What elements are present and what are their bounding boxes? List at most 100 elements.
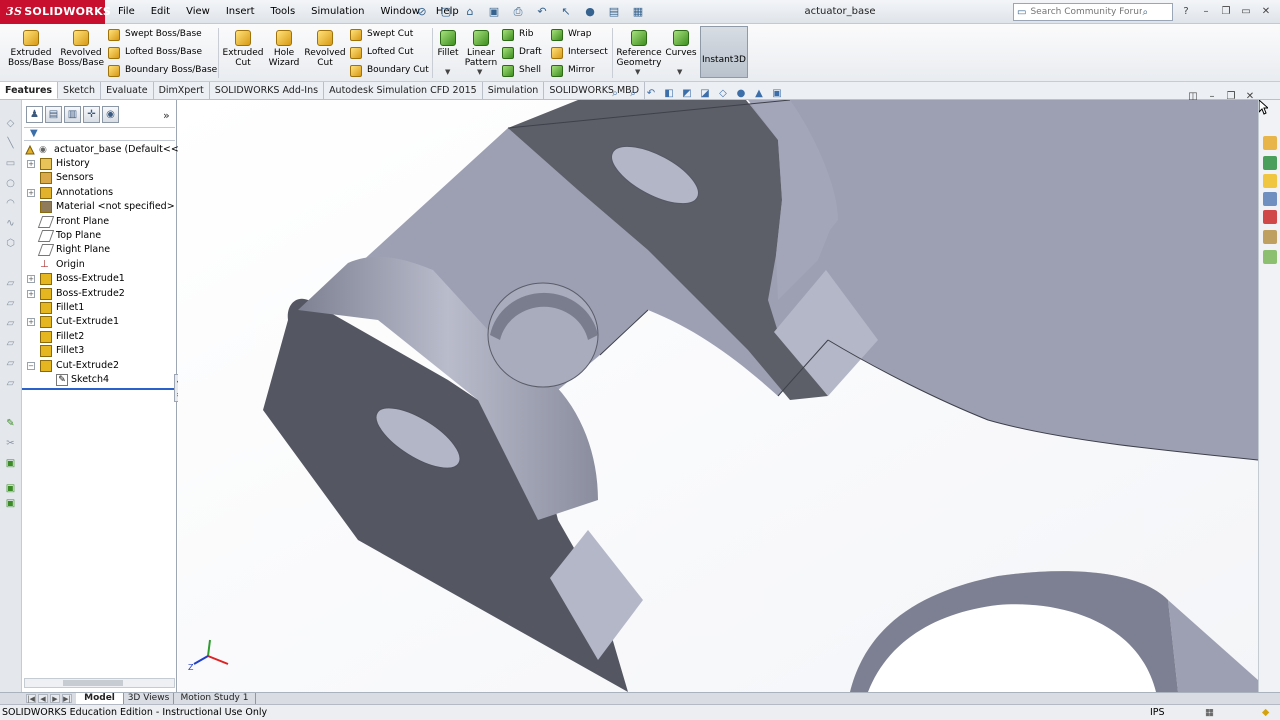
solidworks-resources-icon[interactable] bbox=[1263, 136, 1277, 150]
tree-item-top-plane[interactable]: Top Plane bbox=[22, 229, 177, 243]
rib-button[interactable]: Rib bbox=[502, 27, 533, 42]
sketch-icon[interactable]: ✎ bbox=[4, 418, 17, 430]
new-document-icon[interactable]: ▢ bbox=[436, 3, 456, 20]
tree-item-fillet1[interactable]: Fillet1 bbox=[22, 301, 177, 315]
swept-boss-button[interactable]: Swept Boss/Base bbox=[108, 27, 202, 42]
mate-icon[interactable]: ▱ bbox=[4, 358, 17, 370]
tree-item-fillet2[interactable]: Fillet2 bbox=[22, 330, 177, 344]
unit-system[interactable]: IPS bbox=[1150, 705, 1165, 720]
traffic-light-icon[interactable]: ● bbox=[580, 3, 600, 20]
display-style-icon[interactable]: ◪ bbox=[698, 87, 712, 100]
tree-filter[interactable]: ▼ bbox=[24, 127, 175, 141]
tab-dimxpert[interactable]: DimXpert bbox=[154, 82, 210, 99]
section-view-icon[interactable]: ◧ bbox=[662, 87, 676, 100]
boundary-boss-button[interactable]: Boundary Boss/Base bbox=[108, 63, 217, 78]
apply-scene-icon[interactable]: ▲ bbox=[752, 87, 766, 100]
tree-item-boss-extrude1[interactable]: + Boss-Extrude1 bbox=[22, 272, 177, 286]
last-tab-icon[interactable]: ▶| bbox=[62, 694, 72, 703]
menu-tools[interactable]: Tools bbox=[263, 0, 304, 24]
convert-entities-icon[interactable]: ▣ bbox=[4, 458, 17, 470]
mirror-button[interactable]: Mirror bbox=[551, 63, 595, 78]
custom-properties-icon[interactable] bbox=[1263, 230, 1277, 244]
draft-button[interactable]: Draft bbox=[502, 45, 542, 60]
rectangle-icon[interactable]: ▭ bbox=[4, 158, 17, 170]
wrap-button[interactable]: Wrap bbox=[551, 27, 591, 42]
eye-icon[interactable]: ◉ bbox=[39, 143, 47, 157]
menu-view[interactable]: View bbox=[178, 0, 218, 24]
menu-edit[interactable]: Edit bbox=[143, 0, 178, 24]
coordinate-icon[interactable]: ▱ bbox=[4, 338, 17, 350]
prev-tab-icon[interactable]: ◀ bbox=[38, 694, 48, 703]
configurationmanager-tab-icon[interactable]: ▥ bbox=[64, 106, 81, 123]
line-icon[interactable]: ╲ bbox=[4, 138, 17, 150]
save-icon[interactable]: ▣ bbox=[484, 3, 504, 20]
previous-view-icon[interactable]: ↶ bbox=[644, 87, 658, 100]
shell-button[interactable]: Shell bbox=[502, 63, 541, 78]
instant3d-button[interactable]: Instant3D bbox=[700, 26, 748, 78]
appearances-icon[interactable] bbox=[1263, 210, 1277, 224]
view-settings-icon[interactable]: ▣ bbox=[770, 87, 784, 100]
propertymanager-tab-icon[interactable]: ▤ bbox=[45, 106, 62, 123]
tree-item-sketch4[interactable]: ✎ Sketch4 bbox=[22, 373, 177, 387]
revolved-boss-button[interactable]: Revolved Boss/Base bbox=[56, 30, 106, 68]
expand-toggle-icon[interactable]: + bbox=[27, 275, 35, 284]
intersect-button[interactable]: Intersect bbox=[551, 45, 608, 60]
expand-panel-icon[interactable]: » bbox=[163, 109, 170, 122]
boundary-cut-button[interactable]: Boundary Cut bbox=[350, 63, 429, 78]
tree-item-cut-extrude2[interactable]: − Cut-Extrude2 bbox=[22, 359, 177, 373]
displaymanager-tab-icon[interactable]: ◉ bbox=[102, 106, 119, 123]
reference-geometry-dropdown-icon[interactable]: ▼ bbox=[635, 68, 640, 76]
design-library-icon[interactable] bbox=[1263, 156, 1277, 170]
file-explorer-icon[interactable] bbox=[1263, 174, 1277, 188]
tree-root[interactable]: ◉ actuator_base (Default<<De bbox=[22, 143, 192, 157]
menu-file[interactable]: File bbox=[110, 0, 143, 24]
scrollbar-thumb[interactable] bbox=[63, 680, 123, 686]
pin-icon[interactable]: ⊘ bbox=[412, 3, 432, 20]
forum-icon[interactable] bbox=[1263, 250, 1277, 264]
edit-appearance-icon[interactable]: ● bbox=[734, 87, 748, 100]
tree-item-boss-extrude2[interactable]: + Boss-Extrude2 bbox=[22, 287, 177, 301]
undo-icon[interactable]: ↶ bbox=[532, 3, 552, 20]
warning-icon[interactable]: ◆ bbox=[1262, 705, 1269, 720]
tree-item-material-not-specified[interactable]: Material <not specified> bbox=[22, 200, 177, 214]
zoom-area-icon[interactable]: ⌕ bbox=[626, 87, 640, 100]
plane-icon[interactable]: ▱ bbox=[4, 278, 17, 290]
search-box[interactable]: ▭ ⌕ bbox=[1013, 3, 1173, 21]
swept-cut-button[interactable]: Swept Cut bbox=[350, 27, 413, 42]
help-icon[interactable]: ? bbox=[1178, 3, 1194, 19]
select-arrow-icon[interactable]: ↖ bbox=[556, 3, 576, 20]
tree-item-history[interactable]: + History bbox=[22, 157, 177, 171]
tab-addins[interactable]: SOLIDWORKS Add-Ins bbox=[210, 82, 325, 99]
file-properties-icon[interactable]: ▤ bbox=[604, 3, 624, 20]
expand-toggle-icon[interactable]: + bbox=[27, 188, 35, 197]
print-icon[interactable]: ⎙ bbox=[508, 3, 528, 20]
reference-geometry-button[interactable]: Reference Geometry bbox=[614, 30, 664, 68]
spline-icon[interactable]: ∿ bbox=[4, 218, 17, 230]
circle-icon[interactable]: ○ bbox=[4, 178, 17, 190]
polygon-icon[interactable]: ⬡ bbox=[4, 238, 17, 250]
first-tab-icon[interactable]: |◀ bbox=[26, 694, 36, 703]
lofted-boss-button[interactable]: Lofted Boss/Base bbox=[108, 45, 202, 60]
trim-icon[interactable]: ✂ bbox=[4, 438, 17, 450]
expand-toggle-icon[interactable]: + bbox=[27, 318, 35, 327]
horizontal-scrollbar[interactable] bbox=[24, 678, 175, 688]
curves-dropdown-icon[interactable]: ▼ bbox=[677, 68, 682, 76]
extruded-boss-button[interactable]: Extruded Boss/Base bbox=[6, 30, 56, 68]
options-icon[interactable]: ▦ bbox=[628, 3, 648, 20]
mirror-entities-icon[interactable]: ▣ bbox=[4, 483, 17, 495]
revolved-cut-button[interactable]: Revolved Cut bbox=[300, 30, 350, 68]
expand-toggle-icon[interactable]: + bbox=[27, 289, 35, 298]
tab-evaluate[interactable]: Evaluate bbox=[101, 82, 154, 99]
expand-toggle-icon[interactable]: + bbox=[27, 160, 35, 168]
curves-button[interactable]: Curves bbox=[664, 30, 698, 58]
solidworks-logo[interactable]: 3S SOLIDWORKS bbox=[0, 0, 111, 24]
tree-item-annotations[interactable]: + Annotations bbox=[22, 186, 177, 200]
part-model[interactable] bbox=[178, 100, 1258, 692]
tree-item-sensors[interactable]: Sensors bbox=[22, 171, 177, 185]
fillet-dropdown-icon[interactable]: ▼ bbox=[445, 68, 450, 76]
rebuild-icon[interactable]: ▦ bbox=[1205, 705, 1214, 720]
tab-autodesk-cfd[interactable]: Autodesk Simulation CFD 2015 bbox=[324, 82, 483, 99]
tab-simulation[interactable]: Simulation bbox=[483, 82, 545, 99]
menu-insert[interactable]: Insert bbox=[218, 0, 263, 24]
open-folder-icon[interactable]: ⌂ bbox=[460, 3, 480, 20]
